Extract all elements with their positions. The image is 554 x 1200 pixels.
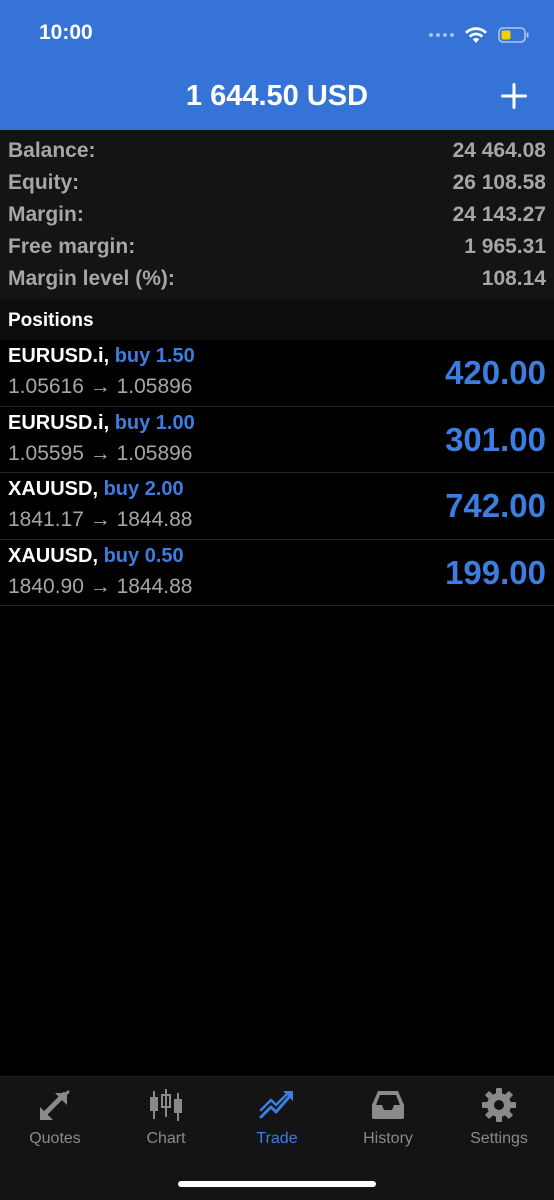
tab-label: Quotes bbox=[29, 1130, 81, 1147]
position-prices: 1.05595 → 1.05896 bbox=[8, 441, 193, 465]
wifi-icon bbox=[464, 26, 488, 44]
summary-row-free-margin: Free margin: 1 965.31 bbox=[0, 231, 554, 261]
summary-label: Free margin: bbox=[8, 235, 136, 258]
positions-section-header: Positions bbox=[0, 300, 554, 340]
summary-label: Equity: bbox=[8, 171, 80, 194]
summary-value: 24 464.08 bbox=[452, 139, 546, 162]
position-prices: 1840.90 → 1844.88 bbox=[8, 574, 193, 598]
position-symbol: XAUUSD, bbox=[8, 478, 99, 500]
tab-history[interactable]: History bbox=[333, 1077, 443, 1157]
position-row[interactable]: XAUUSD, buy 0.50 1840.90 → 1844.88 199.0… bbox=[0, 539, 554, 606]
position-side: buy 1.50 bbox=[114, 345, 195, 367]
position-symbol: XAUUSD, bbox=[8, 544, 99, 567]
position-profit: 301.00 bbox=[445, 420, 546, 458]
summary-label: Margin level (%): bbox=[8, 267, 175, 290]
quotes-arrows-icon bbox=[37, 1087, 73, 1123]
candlestick-chart-icon bbox=[148, 1087, 184, 1123]
summary-row-margin-level: Margin level (%): 108.14 bbox=[0, 263, 554, 293]
summary-row-margin: Margin: 24 143.27 bbox=[0, 199, 554, 229]
positions-list: EURUSD.i, buy 1.50 1.05616 → 1.05896 420… bbox=[0, 340, 554, 606]
summary-row-equity: Equity: 26 108.58 bbox=[0, 167, 554, 197]
home-indicator bbox=[178, 1181, 376, 1187]
inbox-tray-icon bbox=[370, 1087, 406, 1123]
account-summary: Balance: 24 464.08 Equity: 26 108.58 Mar… bbox=[0, 130, 554, 300]
summary-label: Balance: bbox=[8, 139, 96, 162]
position-profit: 742.00 bbox=[445, 487, 546, 524]
cellular-signal-icon bbox=[429, 33, 454, 37]
summary-value: 108.14 bbox=[481, 267, 546, 290]
tab-chart[interactable]: Chart bbox=[111, 1077, 221, 1157]
summary-value: 24 143.27 bbox=[452, 203, 546, 226]
position-row[interactable]: EURUSD.i, buy 1.50 1.05616 → 1.05896 420… bbox=[0, 340, 554, 407]
position-profit: 420.00 bbox=[445, 354, 546, 391]
position-side: buy 1.00 bbox=[114, 411, 195, 434]
position-side: buy 0.50 bbox=[103, 544, 184, 567]
gear-icon bbox=[481, 1087, 517, 1123]
status-icons bbox=[429, 22, 530, 48]
account-profit-title: 1 644.50 USD bbox=[185, 80, 369, 112]
plus-icon[interactable] bbox=[498, 80, 530, 112]
position-side: buy 2.00 bbox=[103, 478, 184, 500]
position-prices: 1.05616 → 1.05896 bbox=[8, 375, 193, 398]
tab-label: Settings bbox=[470, 1130, 528, 1147]
summary-value: 26 108.58 bbox=[452, 171, 546, 194]
tab-quotes[interactable]: Quotes bbox=[0, 1077, 110, 1157]
summary-label: Margin: bbox=[8, 203, 84, 226]
tab-label: Chart bbox=[146, 1130, 186, 1147]
tab-trade[interactable]: Trade bbox=[222, 1077, 332, 1157]
trade-trend-icon bbox=[259, 1087, 295, 1123]
tab-settings[interactable]: Settings bbox=[444, 1077, 554, 1157]
position-row[interactable]: XAUUSD, buy 2.00 1841.17 → 1844.88 742.0… bbox=[0, 473, 554, 540]
position-row[interactable]: EURUSD.i, buy 1.00 1.05595 → 1.05896 301… bbox=[0, 406, 554, 473]
tab-label: History bbox=[363, 1130, 413, 1147]
position-profit: 199.00 bbox=[445, 553, 546, 591]
tab-label: Trade bbox=[256, 1130, 298, 1147]
position-prices: 1841.17 → 1844.88 bbox=[8, 508, 193, 531]
position-symbol: EURUSD.i, bbox=[8, 411, 110, 434]
positions-title: Positions bbox=[8, 310, 94, 331]
battery-icon bbox=[498, 27, 530, 43]
position-symbol: EURUSD.i, bbox=[8, 345, 110, 367]
app-header: 10:00 1 644.50 USD bbox=[0, 0, 554, 130]
summary-row-balance: Balance: 24 464.08 bbox=[0, 135, 554, 165]
summary-value: 1 965.31 bbox=[464, 235, 546, 258]
status-time: 10:00 bbox=[39, 21, 93, 44]
